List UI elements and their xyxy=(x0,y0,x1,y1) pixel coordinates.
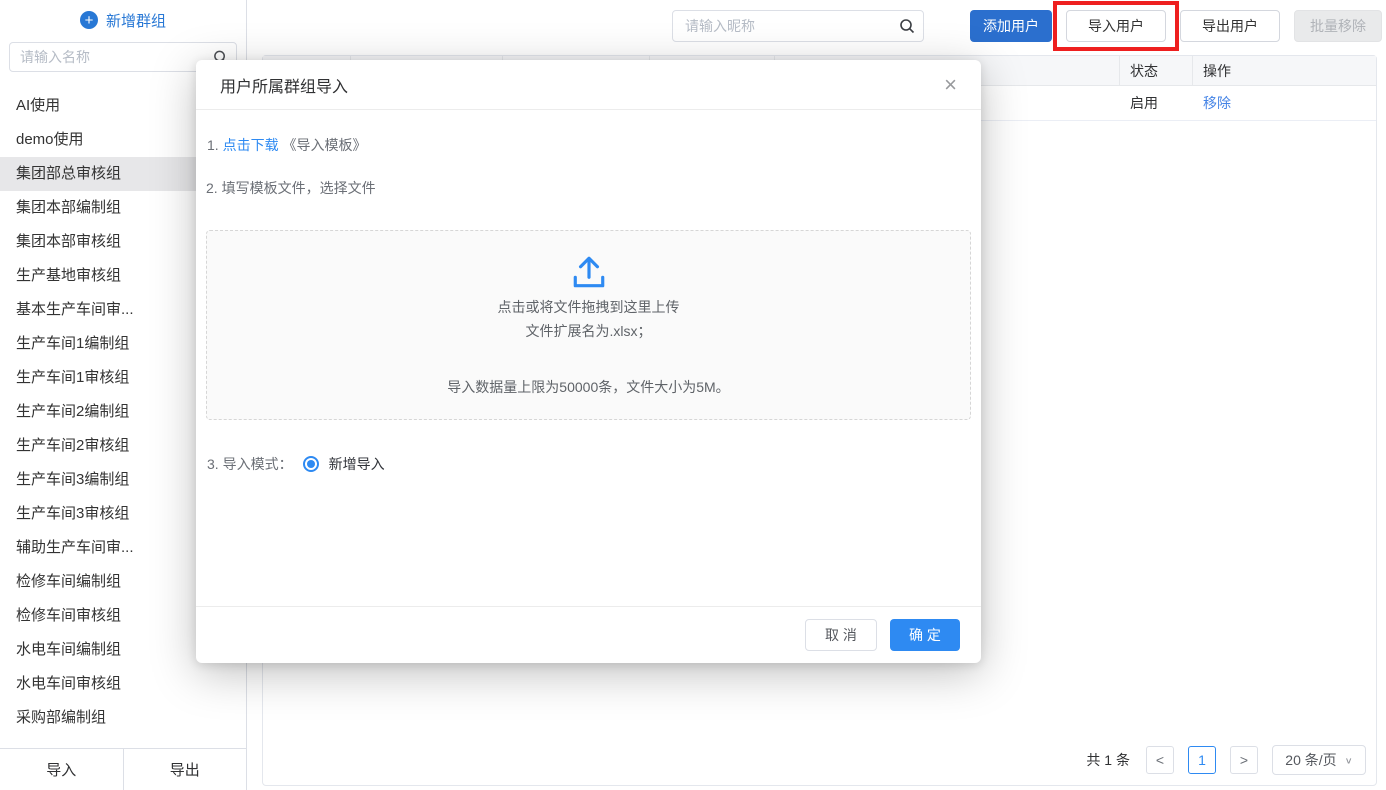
import-mode-label: 3. 导入模式： xyxy=(207,456,293,472)
chevron-down-icon: ∨ xyxy=(1344,755,1353,766)
modal-step1: 1. 点击下载 《导入模板》 xyxy=(207,135,971,155)
page-size-label: 20 条/页 xyxy=(1285,752,1337,768)
table-header-action: 操作 xyxy=(1203,62,1231,79)
pagination-total: 共 1 条 xyxy=(1086,752,1130,768)
import-group-modal: 用户所属群组导入 × 1. 点击下载 《导入模板》 2. 填写模板文件，选择文件… xyxy=(196,60,981,663)
group-list: AI使用 demo使用 集团部总审核组 集团本部编制组 集团本部审核组 生产基地审核组 基本… xyxy=(0,89,206,735)
row-remove-link[interactable]: 移除 xyxy=(1203,93,1231,113)
batch-remove-button: 批量移除 xyxy=(1294,10,1382,42)
sidebar-footer: 导入 导出 xyxy=(0,748,246,790)
export-user-button[interactable]: 导出用户 xyxy=(1180,10,1280,42)
prev-page-button[interactable]: < xyxy=(1146,746,1174,774)
upload-hint-line1: 点击或将文件拖拽到这里上传 xyxy=(497,299,680,315)
upload-limit-note: 导入数据量上限为50000条，文件大小为5M。 xyxy=(447,379,730,395)
sidebar-group-item[interactable]: AI使用 xyxy=(0,89,206,123)
current-page-button[interactable]: 1 xyxy=(1188,746,1216,774)
page-size-select[interactable]: 20 条/页 ∨ xyxy=(1272,745,1366,775)
sidebar-group-item[interactable]: 采购部编制组 xyxy=(0,701,206,735)
radio-dot xyxy=(306,460,315,468)
plus-icon: + xyxy=(79,11,98,29)
search-icon[interactable] xyxy=(899,18,915,34)
sidebar-group-item[interactable]: 生产车间3编制组 xyxy=(0,463,206,497)
cancel-button[interactable]: 取 消 xyxy=(805,619,877,651)
sidebar-group-item[interactable]: 辅助生产车间审... xyxy=(0,531,206,565)
sidebar-group-item[interactable]: 检修车间编制组 xyxy=(0,565,206,599)
sidebar-group-item[interactable]: 集团本部审核组 xyxy=(0,225,206,259)
sidebar-group-item[interactable]: 水电车间审核组 xyxy=(0,667,206,701)
upload-hint-line2: 文件扩展名为.xlsx； xyxy=(525,323,652,339)
next-page-button[interactable]: > xyxy=(1230,746,1258,774)
confirm-button[interactable]: 确 定 xyxy=(890,619,960,651)
step1-suffix: 《导入模板》 xyxy=(278,137,367,153)
radio-selected[interactable] xyxy=(302,456,319,472)
import-user-button[interactable]: 导入用户 xyxy=(1066,10,1166,42)
sidebar-group-item[interactable]: 检修车间审核组 xyxy=(0,599,206,633)
sidebar-group-item[interactable]: 生产车间2审核组 xyxy=(0,429,206,463)
sidebar-group-item[interactable]: 生产车间3审核组 xyxy=(0,497,206,531)
table-header-status: 状态 xyxy=(1120,56,1193,85)
sidebar-group-item[interactable]: 集团部总审核组 xyxy=(0,157,206,191)
close-icon[interactable]: × xyxy=(944,73,957,96)
row-status: 启用 xyxy=(1130,95,1158,111)
download-template-link[interactable]: 点击下载 xyxy=(223,137,279,153)
sidebar-export-button[interactable]: 导出 xyxy=(124,749,247,790)
sidebar-group-item[interactable]: 水电车间编制组 xyxy=(0,633,206,667)
modal-step2: 2. 填写模板文件，选择文件 xyxy=(206,180,376,196)
sidebar-import-button[interactable]: 导入 xyxy=(0,749,124,790)
upload-dropzone[interactable]: 点击或将文件拖拽到这里上传 文件扩展名为.xlsx； 导入数据量上限为50000… xyxy=(206,230,971,420)
sidebar-group-item[interactable]: demo使用 xyxy=(0,123,206,157)
radio-option-label[interactable]: 新增导入 xyxy=(329,454,385,474)
sidebar-group-item[interactable]: 集团本部编制组 xyxy=(0,191,206,225)
sidebar-group-item[interactable]: 生产基地审核组 xyxy=(0,259,206,293)
add-group-label: 新增群组 xyxy=(105,12,166,30)
add-user-button[interactable]: 添加用户 xyxy=(970,10,1052,42)
sidebar-group-item[interactable]: 生产车间2编制组 xyxy=(0,395,206,429)
sidebar-group-item[interactable]: 生产车间1审核组 xyxy=(0,361,206,395)
user-toolbar: 添加用户 导入用户 导出用户 批量移除 xyxy=(248,0,1386,52)
sidebar-group-item[interactable]: 生产车间1编制组 xyxy=(0,327,206,361)
upload-icon xyxy=(570,254,608,290)
add-group-button[interactable]: + 新增群组 xyxy=(0,0,246,40)
sidebar-group-item[interactable]: 基本生产车间审... xyxy=(0,293,206,327)
modal-step3: 3. 导入模式： 新增导入 xyxy=(207,454,971,474)
step1-prefix: 1. xyxy=(207,137,223,153)
modal-title: 用户所属群组导入 xyxy=(220,78,349,96)
pagination: 共 1 条 < 1 > 20 条/页 ∨ xyxy=(1086,745,1366,775)
nickname-search-input[interactable] xyxy=(672,10,924,42)
